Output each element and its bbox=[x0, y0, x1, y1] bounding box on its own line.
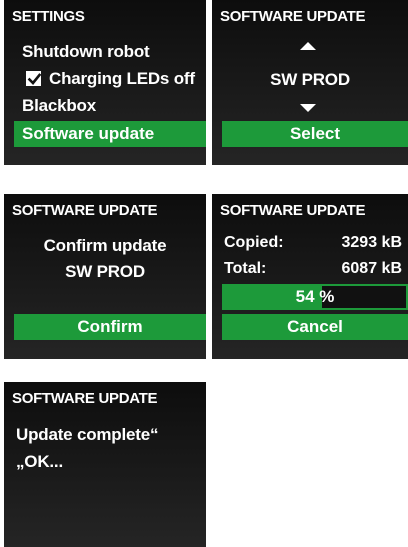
checkbox-checked-icon[interactable] bbox=[26, 71, 42, 86]
update-progress-screen: SOFTWARE UPDATE Copied: 3293 kB Total: 6… bbox=[212, 194, 408, 359]
triangle-up-icon[interactable] bbox=[300, 42, 316, 50]
cancel-button[interactable]: Cancel bbox=[222, 314, 408, 340]
menu-item-software-update[interactable]: Software update bbox=[14, 121, 206, 147]
complete-message: Update complete“ bbox=[16, 425, 159, 444]
screen-title: SOFTWARE UPDATE bbox=[220, 202, 366, 219]
copied-value: 3293 kB bbox=[341, 234, 403, 251]
menu-item-label: Software update bbox=[22, 124, 155, 143]
menu-item-label: Shutdown robot bbox=[22, 42, 150, 61]
copied-label: Copied: bbox=[224, 234, 284, 251]
update-complete-screen: SOFTWARE UPDATE Update complete“ „OK... bbox=[4, 382, 206, 547]
triangle-down-icon[interactable] bbox=[300, 104, 316, 112]
screen-title: SETTINGS bbox=[12, 8, 85, 25]
menu-item-label: Charging LEDs off bbox=[49, 69, 195, 88]
select-button[interactable]: Select bbox=[222, 121, 408, 147]
menu-item-charging-leds-off[interactable]: Charging LEDs off bbox=[26, 69, 195, 89]
total-value: 6087 kB bbox=[341, 260, 403, 277]
progress-percent-sign: % bbox=[319, 287, 335, 306]
total-label: Total: bbox=[224, 260, 267, 277]
selected-option: SW PROD bbox=[270, 70, 350, 89]
confirm-message: Confirm update bbox=[43, 236, 167, 255]
progress-bar: 54 % bbox=[222, 284, 408, 310]
confirm-button[interactable]: Confirm bbox=[14, 314, 206, 340]
software-update-select-screen: SOFTWARE UPDATE SW PROD Select bbox=[212, 0, 408, 165]
complete-ok: „OK... bbox=[16, 452, 63, 471]
screen-title: SOFTWARE UPDATE bbox=[12, 202, 158, 219]
menu-item-blackbox[interactable]: Blackbox bbox=[22, 96, 96, 116]
progress-percent: 54 % bbox=[224, 286, 406, 308]
menu-item-shutdown-robot[interactable]: Shutdown robot bbox=[22, 42, 150, 62]
confirm-update-screen: SOFTWARE UPDATE Confirm update SW PROD C… bbox=[4, 194, 206, 359]
screen-title: SOFTWARE UPDATE bbox=[220, 8, 366, 25]
progress-percent-number: 54 bbox=[295, 287, 315, 306]
screen-title: SOFTWARE UPDATE bbox=[12, 390, 158, 407]
settings-screen: SETTINGS Shutdown robot Charging LEDs of… bbox=[4, 0, 206, 165]
menu-item-label: Blackbox bbox=[22, 96, 96, 115]
confirm-version: SW PROD bbox=[65, 262, 145, 281]
